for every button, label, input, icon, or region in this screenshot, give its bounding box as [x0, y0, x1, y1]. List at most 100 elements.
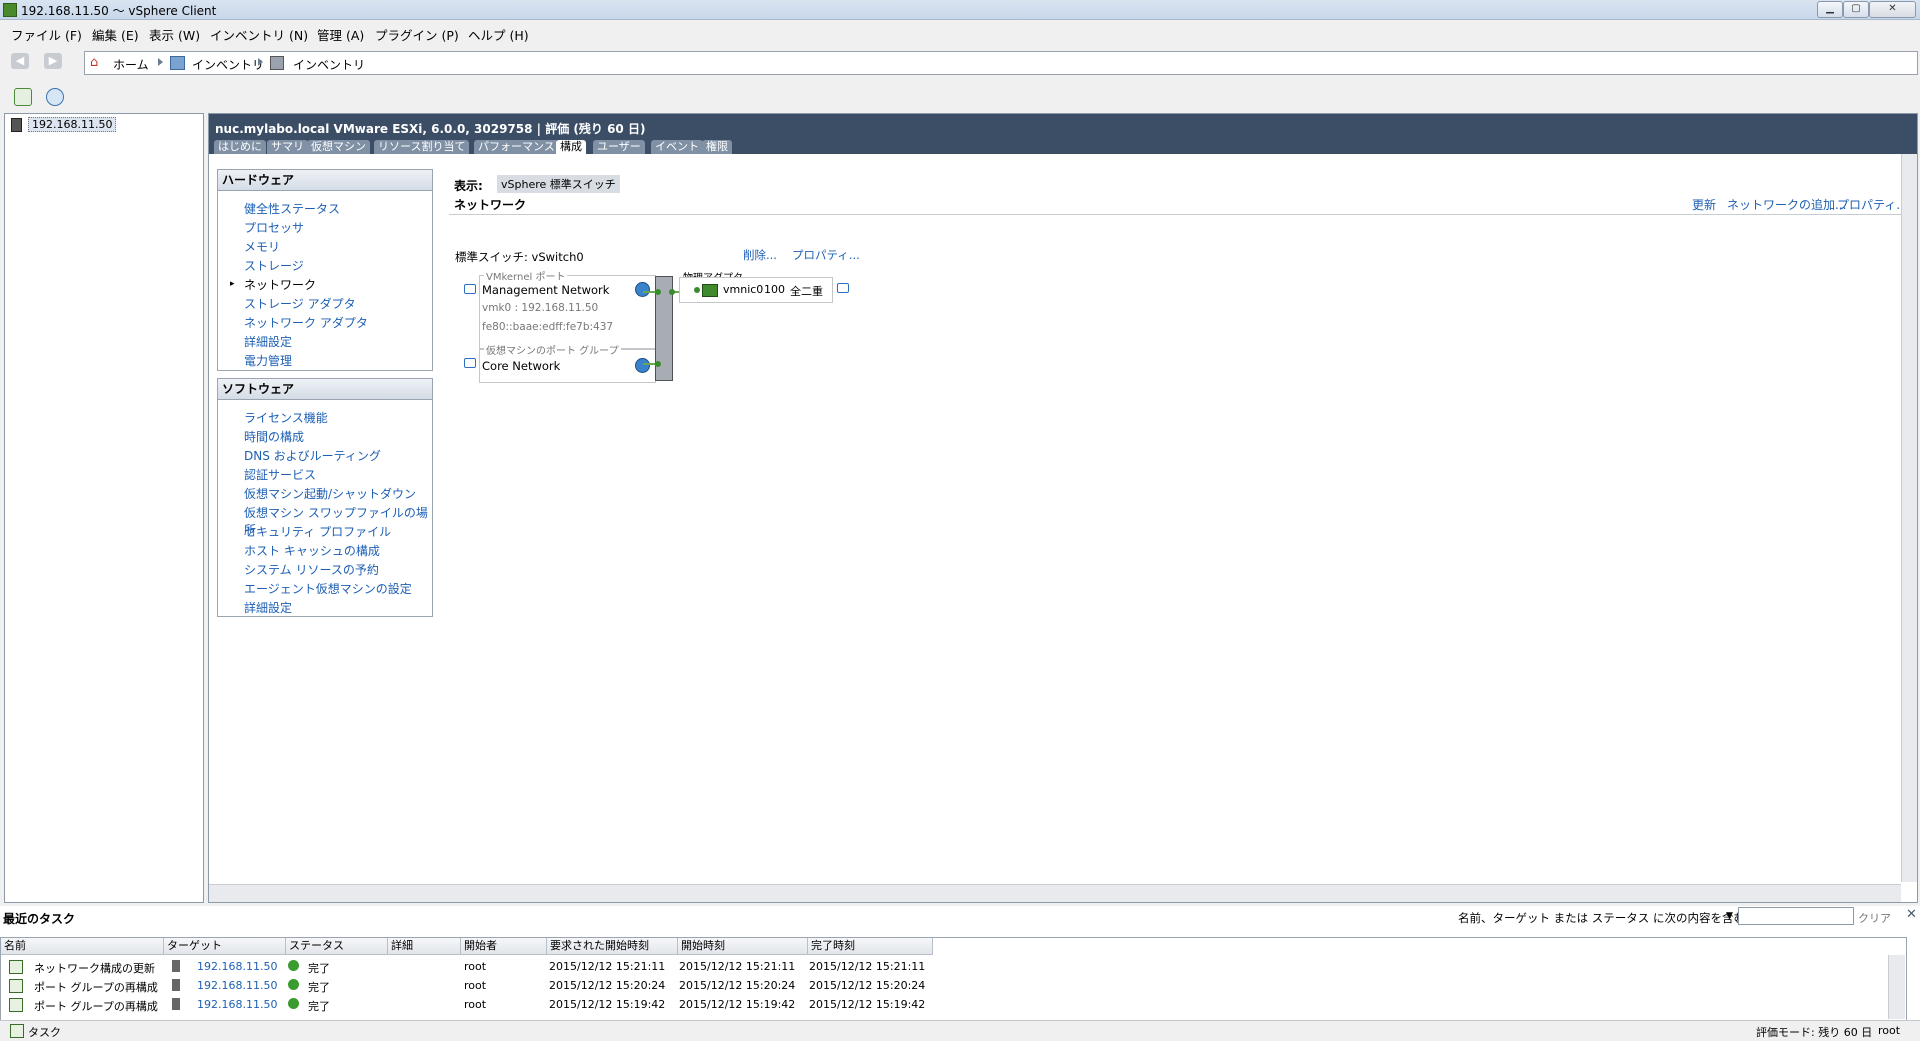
nav-advanced-settings[interactable]: 詳細設定 [244, 333, 292, 350]
task-start-time: 2015/12/12 15:19:42 [679, 998, 796, 1011]
column-header-start-time[interactable]: 開始時刻 [678, 938, 808, 955]
column-header-details[interactable]: 詳細 [388, 938, 461, 955]
nav-system-resource-reservation[interactable]: システム リソースの予約 [244, 561, 379, 578]
tab-resource-allocation[interactable]: リソース割り当て [374, 140, 470, 154]
nav-memory[interactable]: メモリ [244, 238, 280, 255]
breadcrumb-separator-icon[interactable] [258, 58, 263, 66]
filter-dropdown-icon[interactable]: ▼ [1726, 911, 1733, 921]
current-user: root [1878, 1024, 1901, 1037]
add-networking-link[interactable]: ネットワークの追加... [1727, 196, 1846, 213]
task-filter-clear[interactable]: クリア [1858, 910, 1891, 926]
vertical-scrollbar[interactable] [1901, 154, 1917, 882]
port-dot [655, 289, 661, 295]
tab-events[interactable]: イベント [651, 140, 703, 154]
nav-agent-vm-settings[interactable]: エージェント仮想マシンの設定 [244, 580, 412, 597]
tasks-toggle[interactable]: タスク [28, 1024, 61, 1040]
task-target[interactable]: 192.168.11.50 [197, 998, 277, 1011]
vswitch-properties-link[interactable]: プロパティ... [792, 247, 860, 263]
column-header-name[interactable]: 名前 [1, 938, 164, 955]
nav-vm-startup-shutdown[interactable]: 仮想マシン起動/シャットダウン [244, 485, 416, 502]
menu-inventory[interactable]: インベントリ (N) [210, 25, 308, 44]
task-start-time: 2015/12/12 15:21:11 [679, 960, 796, 973]
host-icon [172, 979, 180, 991]
task-target[interactable]: 192.168.11.50 [197, 960, 277, 973]
table-row[interactable]: ポート グループの再構成 192.168.11.50 完了 root 2015/… [1, 996, 1891, 1014]
task-filter-label[interactable]: 名前、ターゲット または ステータス に次の内容を含む: [1458, 910, 1749, 926]
refresh-link[interactable]: 更新 [1692, 196, 1716, 213]
menu-view[interactable]: 表示 (W) [149, 25, 200, 44]
back-arrow-icon[interactable]: ◀ [11, 53, 29, 69]
forward-arrow-icon[interactable]: ▶ [44, 53, 62, 69]
nav-security-profile[interactable]: セキュリティ プロファイル [244, 523, 391, 540]
nav-power-management[interactable]: 電力管理 [244, 352, 292, 369]
nav-networking[interactable]: ネットワーク [244, 276, 316, 293]
core-network-name[interactable]: Core Network [482, 359, 560, 373]
nav-storage[interactable]: ストレージ [244, 257, 304, 274]
column-header-complete-time[interactable]: 完了時刻 [808, 938, 933, 955]
view-switch-type-toggle[interactable]: vSphere 標準スイッチ [497, 175, 620, 193]
add-host-icon[interactable] [14, 88, 32, 106]
close-icon[interactable]: ✕ [1906, 907, 1917, 922]
nav-time-config[interactable]: 時間の構成 [244, 428, 304, 445]
management-network-name[interactable]: Management Network [482, 283, 609, 297]
success-icon [288, 998, 299, 1009]
adapter-name[interactable]: vmnic0 [723, 283, 763, 296]
tab-users[interactable]: ユーザー [593, 140, 645, 154]
recent-tasks-panel: 最近のタスク 名前、ターゲット または ステータス に次の内容を含む: ▼ クリ… [0, 906, 1920, 1022]
tasks-scrollbar[interactable] [1888, 955, 1905, 1019]
comment-icon[interactable] [464, 284, 476, 294]
column-header-status[interactable]: ステータス [286, 938, 388, 955]
tab-permissions[interactable]: 権限 [702, 140, 732, 154]
menu-file[interactable]: ファイル (F) [11, 25, 82, 44]
tab-configuration[interactable]: 構成 [556, 140, 586, 155]
vswitch-remove-link[interactable]: 削除... [743, 247, 777, 263]
horizontal-scrollbar[interactable] [209, 884, 1901, 902]
breadcrumb-home[interactable]: ホーム [113, 56, 149, 73]
menu-help[interactable]: ヘルプ (H) [468, 25, 529, 44]
table-row[interactable]: ポート グループの再構成 192.168.11.50 完了 root 2015/… [1, 977, 1891, 995]
nav-storage-adapters[interactable]: ストレージ アダプタ [244, 295, 356, 312]
nav-processors[interactable]: プロセッサ [244, 219, 304, 236]
inventory-toolbar [0, 84, 300, 110]
nav-health-status[interactable]: 健全性ステータス [244, 200, 340, 217]
task-requested-start: 2015/12/12 15:20:24 [549, 979, 666, 992]
nav-auth-services[interactable]: 認証サービス [244, 466, 316, 483]
task-target[interactable]: 192.168.11.50 [197, 979, 277, 992]
refresh-icon[interactable] [46, 88, 64, 106]
close-button[interactable]: ✕ [1869, 1, 1916, 18]
menu-admin[interactable]: 管理 (A) [317, 25, 364, 44]
tasks-icon [10, 1024, 24, 1038]
properties-link[interactable]: プロパティ... [1837, 196, 1908, 213]
minimize-button[interactable]: ▁ [1817, 1, 1843, 18]
task-filter-input[interactable] [1738, 907, 1854, 925]
inventory-tree: 192.168.11.50 [4, 113, 204, 903]
nav-advanced-settings-software[interactable]: 詳細設定 [244, 599, 292, 616]
column-header-initiator[interactable]: 開始者 [461, 938, 547, 955]
tab-summary[interactable]: サマリ [267, 140, 308, 154]
success-icon [288, 960, 299, 971]
tab-performance[interactable]: パフォーマンス [474, 140, 559, 154]
breadcrumb-separator-icon[interactable] [158, 58, 163, 66]
column-header-requested-start[interactable]: 要求された開始時刻 [547, 938, 678, 955]
menu-plugins[interactable]: プラグイン (P) [375, 25, 459, 44]
vsphere-app-icon [3, 3, 17, 17]
vmkernel-portgroup-box: VMkernel ポート Management Network vmk0 : 1… [479, 268, 656, 349]
breadcrumb-inventory[interactable]: インベントリ [192, 56, 264, 73]
section-divider [449, 214, 1906, 215]
nav-network-adapters[interactable]: ネットワーク アダプタ [244, 314, 368, 331]
menu-edit[interactable]: 編集 (E) [92, 25, 139, 44]
nav-licensed-features[interactable]: ライセンス機能 [244, 409, 328, 426]
breadcrumb-hosts[interactable]: インベントリ [293, 56, 365, 73]
comment-icon[interactable] [464, 358, 476, 368]
tab-virtual-machines[interactable]: 仮想マシン [307, 140, 370, 154]
maximize-button[interactable]: ▢ [1843, 1, 1869, 18]
column-header-target[interactable]: ターゲット [164, 938, 286, 955]
nav-host-cache[interactable]: ホスト キャッシュの構成 [244, 542, 380, 559]
comment-icon[interactable] [837, 283, 849, 293]
success-icon [288, 979, 299, 990]
nav-dns-routing[interactable]: DNS およびルーティング [244, 447, 381, 464]
tab-getting-started[interactable]: はじめに [214, 140, 266, 154]
menu-bar: ファイル (F) 編集 (E) 表示 (W) インベントリ (N) 管理 (A)… [0, 20, 1920, 44]
table-row[interactable]: ネットワーク構成の更新 192.168.11.50 完了 root 2015/1… [1, 958, 1891, 976]
inventory-host-node[interactable]: 192.168.11.50 [28, 117, 117, 132]
